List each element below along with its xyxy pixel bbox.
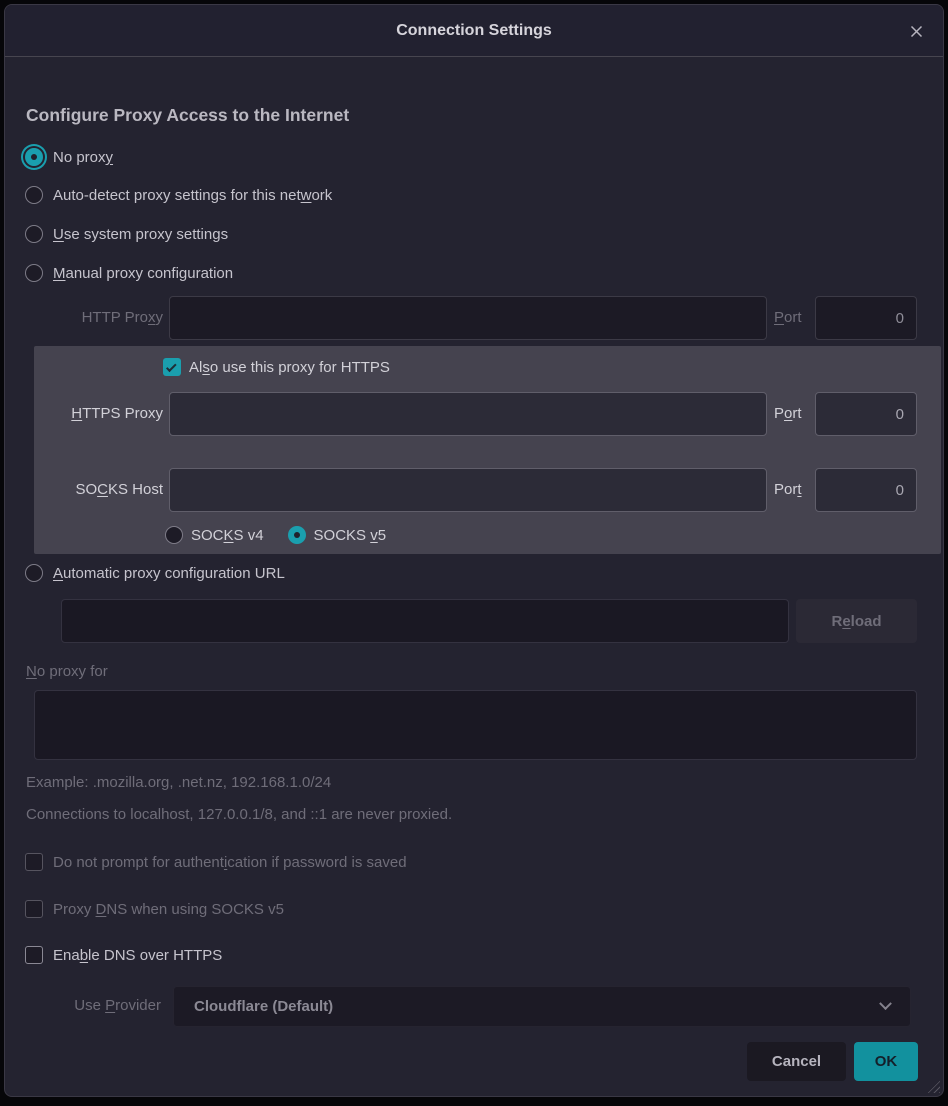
https-port-input[interactable]	[815, 392, 917, 436]
https-same-proxy-option[interactable]: Also use this proxy for HTTPS	[163, 355, 390, 379]
https-same-proxy-checkbox[interactable]	[163, 358, 181, 376]
radio-auto-url-label[interactable]: Automatic proxy configuration URL	[53, 565, 285, 582]
radio-auto-url[interactable]	[25, 564, 43, 582]
no-prompt-option[interactable]: Do not prompt for authentication if pass…	[25, 850, 407, 874]
doh-option[interactable]: Enable DNS over HTTPS	[25, 943, 222, 967]
cancel-button[interactable]: Cancel	[747, 1042, 846, 1081]
no-proxy-for-label: No proxy for	[26, 663, 108, 680]
radio-option-manual[interactable]: Manual proxy configuration	[25, 261, 233, 285]
radio-socks-v5[interactable]	[288, 526, 306, 544]
close-icon	[908, 23, 925, 40]
radio-system-proxy-label[interactable]: Use system proxy settings	[53, 226, 228, 243]
http-proxy-label: HTTP Proxy	[5, 309, 163, 326]
doh-checkbox[interactable]	[25, 946, 43, 964]
hint-example: Example: .mozilla.org, .net.nz, 192.168.…	[26, 774, 331, 791]
radio-no-proxy[interactable]	[25, 148, 43, 166]
http-port-label: Port	[774, 309, 802, 326]
socks-host-label: SOCKS Host	[34, 481, 163, 498]
connection-settings-dialog: Connection Settings Configure Proxy Acce…	[4, 4, 944, 1097]
http-port-input[interactable]	[815, 296, 917, 340]
doh-label[interactable]: Enable DNS over HTTPS	[53, 947, 222, 964]
radio-system-proxy[interactable]	[25, 225, 43, 243]
socks-port-input[interactable]	[815, 468, 917, 512]
page-title: Configure Proxy Access to the Internet	[26, 105, 349, 126]
socks-host-input[interactable]	[169, 468, 767, 512]
screen: Connection Settings Configure Proxy Acce…	[0, 0, 948, 1106]
proxy-dns-checkbox[interactable]	[25, 900, 43, 918]
socks-v5-label[interactable]: SOCKS v5	[314, 527, 387, 544]
check-icon	[166, 361, 177, 372]
https-port-label: Port	[774, 405, 802, 422]
https-proxy-label: HTTPS Proxy	[34, 405, 163, 422]
radio-autodetect-label[interactable]: Auto-detect proxy settings for this netw…	[53, 187, 332, 204]
socks-v4-option[interactable]: SOCKS v4	[165, 523, 264, 547]
radio-no-proxy-label[interactable]: No proxy	[53, 149, 113, 166]
provider-selected-value: Cloudflare (Default)	[194, 998, 333, 1015]
dialog-title: Connection Settings	[5, 5, 943, 57]
chevron-down-icon	[879, 997, 892, 1010]
proxy-dns-option[interactable]: Proxy DNS when using SOCKS v5	[25, 897, 284, 921]
https-proxy-input[interactable]	[169, 392, 767, 436]
radio-manual-proxy-label[interactable]: Manual proxy configuration	[53, 265, 233, 282]
radio-autodetect[interactable]	[25, 186, 43, 204]
radio-option-no-proxy[interactable]: No proxy	[25, 145, 113, 169]
ok-button[interactable]: OK	[854, 1042, 918, 1081]
socks-v4-label[interactable]: SOCKS v4	[191, 527, 264, 544]
auto-url-input[interactable]	[61, 599, 789, 643]
socks-v5-option[interactable]: SOCKS v5	[288, 523, 387, 547]
radio-manual-proxy[interactable]	[25, 264, 43, 282]
resize-grip-icon[interactable]	[926, 1079, 940, 1093]
radio-option-auto-url[interactable]: Automatic proxy configuration URL	[25, 561, 285, 585]
proxy-dns-label[interactable]: Proxy DNS when using SOCKS v5	[53, 901, 284, 918]
no-prompt-label[interactable]: Do not prompt for authentication if pass…	[53, 854, 407, 871]
radio-socks-v4[interactable]	[165, 526, 183, 544]
no-proxy-for-textarea[interactable]	[34, 690, 917, 760]
no-prompt-checkbox[interactable]	[25, 853, 43, 871]
provider-label: Use Provider	[5, 997, 161, 1014]
hint-localhost: Connections to localhost, 127.0.0.1/8, a…	[26, 806, 452, 823]
titlebar: Connection Settings	[5, 5, 943, 57]
socks-version-row: SOCKS v4 SOCKS v5	[165, 523, 386, 547]
https-same-proxy-label[interactable]: Also use this proxy for HTTPS	[189, 359, 390, 376]
close-button[interactable]	[903, 18, 929, 44]
highlighted-section: Also use this proxy for HTTPS HTTPS Prox…	[34, 346, 941, 554]
reload-button[interactable]: Reload	[796, 599, 917, 643]
provider-dropdown[interactable]: Cloudflare (Default)	[173, 986, 911, 1027]
socks-port-label: Port	[774, 481, 802, 498]
radio-option-system[interactable]: Use system proxy settings	[25, 222, 228, 246]
http-proxy-input[interactable]	[169, 296, 767, 340]
radio-option-autodetect[interactable]: Auto-detect proxy settings for this netw…	[25, 183, 332, 207]
